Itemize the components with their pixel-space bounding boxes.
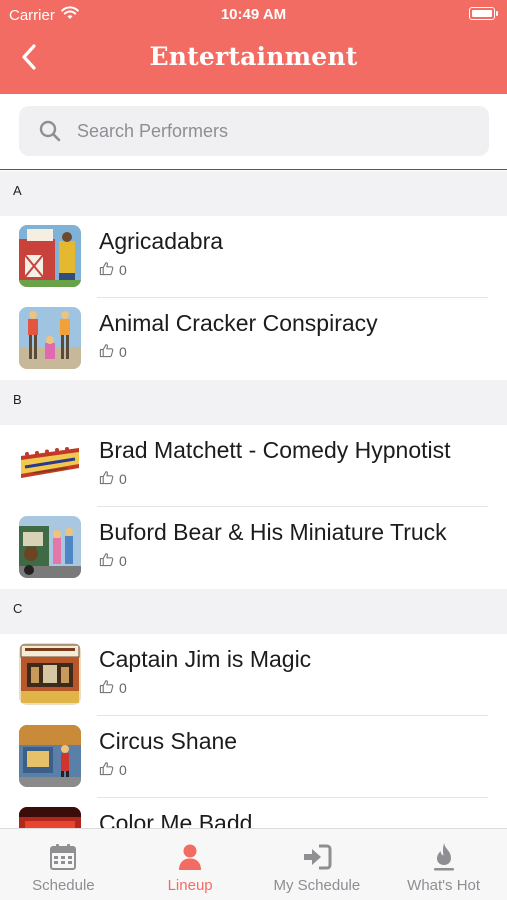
list-item[interactable]: Captain Jim is Magic 0 bbox=[0, 634, 507, 716]
tab-whats-hot[interactable]: What's Hot bbox=[380, 829, 507, 900]
performer-name: Circus Shane bbox=[99, 728, 238, 754]
performer-name: Animal Cracker Conspiracy bbox=[99, 310, 378, 336]
thumbs-up-icon bbox=[99, 679, 114, 697]
like-count-value: 0 bbox=[119, 553, 127, 569]
search-bar[interactable] bbox=[19, 106, 489, 156]
performer-name: Captain Jim is Magic bbox=[99, 646, 312, 672]
tab-label: What's Hot bbox=[407, 877, 481, 894]
tab-lineup[interactable]: Lineup bbox=[127, 829, 254, 900]
like-count: 0 bbox=[99, 470, 489, 488]
like-count-value: 0 bbox=[119, 471, 127, 487]
tab-my-schedule[interactable]: My Schedule bbox=[254, 829, 381, 900]
thumbs-up-icon bbox=[99, 261, 114, 279]
sign-in-icon bbox=[302, 843, 332, 871]
thumbs-up-icon bbox=[99, 761, 114, 779]
page-title: Entertainment bbox=[149, 42, 358, 71]
like-count: 0 bbox=[99, 679, 489, 697]
tab-schedule[interactable]: Schedule bbox=[0, 829, 127, 900]
battery-icon bbox=[469, 7, 498, 20]
tab-label: Lineup bbox=[167, 877, 213, 894]
list-item[interactable]: Circus Shane 0 bbox=[0, 716, 507, 798]
calendar-icon bbox=[49, 843, 77, 871]
like-count-value: 0 bbox=[119, 680, 127, 696]
status-time: 10:49 AM bbox=[220, 6, 287, 23]
performer-name: Color Me Badd bbox=[99, 810, 253, 828]
search-icon bbox=[38, 119, 62, 143]
like-count: 0 bbox=[99, 552, 489, 570]
battery-level bbox=[471, 9, 492, 17]
tab-bar: Schedule Lineup My Schedule What's Hot bbox=[0, 828, 507, 900]
section-header-a: A bbox=[0, 171, 507, 216]
performer-name: Buford Bear & His Miniature Truck bbox=[99, 519, 447, 545]
performer-list[interactable]: A Agricadabra 0 Animal Cracker Conspirac… bbox=[0, 171, 507, 828]
status-bar: Carrier 10:49 AM bbox=[0, 0, 507, 28]
fire-icon bbox=[431, 843, 457, 871]
like-count: 0 bbox=[99, 261, 489, 279]
like-count: 0 bbox=[99, 343, 489, 361]
section-header-c: C bbox=[0, 589, 507, 634]
performer-thumbnail bbox=[19, 643, 81, 705]
performer-thumbnail bbox=[19, 307, 81, 369]
performer-thumbnail bbox=[19, 516, 81, 578]
list-item[interactable]: Animal Cracker Conspiracy 0 bbox=[0, 298, 507, 380]
like-count: 0 bbox=[99, 761, 489, 779]
app-header: Carrier 10:49 AM Entertainment bbox=[0, 0, 507, 94]
performer-thumbnail bbox=[19, 225, 81, 287]
search-area bbox=[0, 94, 507, 170]
tab-label: Schedule bbox=[32, 877, 95, 894]
person-icon bbox=[177, 843, 203, 871]
list-item[interactable]: Color Me Badd 0 bbox=[0, 798, 507, 828]
performer-thumbnail bbox=[19, 807, 81, 828]
thumbs-up-icon bbox=[99, 470, 114, 488]
performer-name: Agricadabra bbox=[99, 228, 224, 254]
performer-thumbnail bbox=[19, 725, 81, 787]
section-header-b: B bbox=[0, 380, 507, 425]
navigation-bar: Entertainment bbox=[0, 28, 507, 94]
tab-label: My Schedule bbox=[273, 877, 361, 894]
performer-name: Brad Matchett - Comedy Hypnotist bbox=[99, 437, 451, 463]
like-count-value: 0 bbox=[119, 762, 127, 778]
thumbs-up-icon bbox=[99, 343, 114, 361]
thumbs-up-icon bbox=[99, 552, 114, 570]
performer-thumbnail bbox=[19, 434, 81, 496]
like-count-value: 0 bbox=[119, 344, 127, 360]
like-count-value: 0 bbox=[119, 262, 127, 278]
list-item[interactable]: Agricadabra 0 bbox=[0, 216, 507, 298]
list-item[interactable]: Buford Bear & His Miniature Truck 0 bbox=[0, 507, 507, 589]
list-item[interactable]: Brad Matchett - Comedy Hypnotist 0 bbox=[0, 425, 507, 507]
search-input[interactable] bbox=[77, 120, 457, 142]
